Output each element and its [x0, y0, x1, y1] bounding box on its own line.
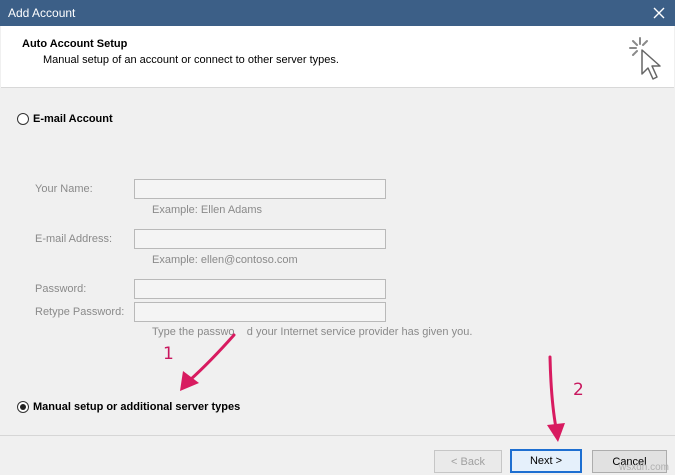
your-name-label: Your Name: [35, 183, 93, 195]
retype-password-input[interactable] [134, 302, 386, 322]
wizard-cursor-icon [629, 37, 661, 80]
password-hint: Type the passwo d your Internet service … [152, 326, 473, 338]
title-bar: Add Account [0, 0, 675, 26]
password-label: Password: [35, 283, 87, 295]
email-address-hint: Example: ellen@contoso.com [152, 254, 298, 266]
annotation-step-1: 1 [163, 344, 174, 364]
wizard-footer: < Back Next > Cancel [0, 435, 675, 475]
retype-password-label: Retype Password: [35, 306, 125, 318]
watermark: wsxdn.com [618, 462, 669, 473]
email-address-input[interactable] [134, 229, 386, 249]
close-button[interactable] [643, 0, 675, 26]
password-input[interactable] [134, 279, 386, 299]
manual-setup-option[interactable]: Manual setup or additional server types [17, 401, 240, 413]
header-subtitle: Manual setup of an account or connect to… [43, 54, 339, 66]
email-account-radio[interactable] [17, 113, 29, 125]
wizard-header: Auto Account Setup Manual setup of an ac… [1, 26, 674, 88]
email-account-label: E-mail Account [33, 113, 113, 125]
manual-setup-label: Manual setup or additional server types [33, 401, 241, 413]
header-title: Auto Account Setup [22, 38, 128, 50]
close-icon [653, 7, 665, 19]
manual-setup-radio[interactable] [17, 401, 29, 413]
email-address-label: E-mail Address: [35, 233, 113, 245]
your-name-input[interactable] [134, 179, 386, 199]
window-title: Add Account [8, 6, 76, 20]
back-button[interactable]: < Back [434, 450, 502, 473]
your-name-hint: Example: Ellen Adams [152, 204, 263, 216]
email-account-option[interactable]: E-mail Account [17, 113, 113, 125]
next-button[interactable]: Next > [510, 449, 582, 473]
annotation-step-2: 2 [573, 380, 584, 400]
